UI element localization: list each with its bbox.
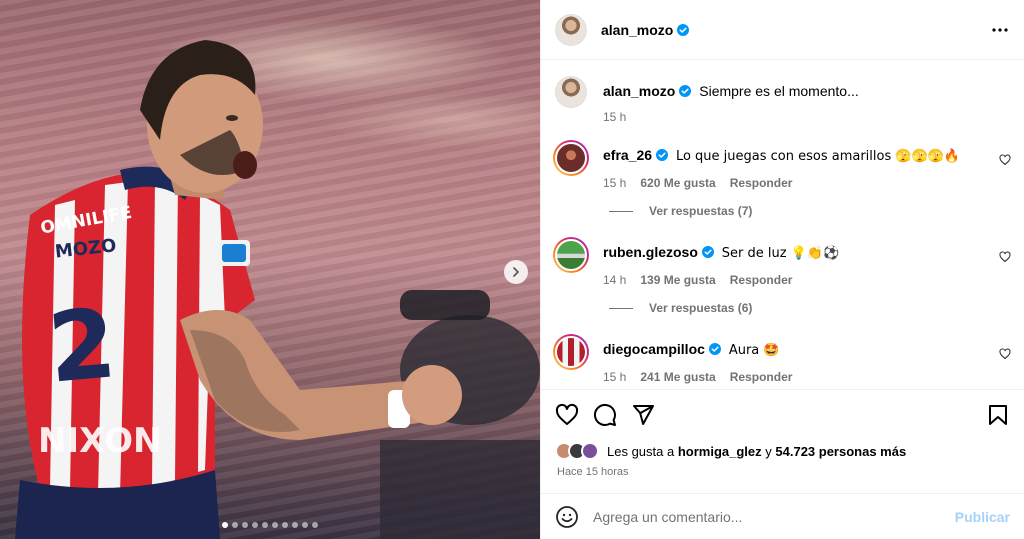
comment-time[interactable]: 15 h [603,176,626,190]
caption-text: Siempre es el momento... [699,83,859,99]
caption-username[interactable]: alan_mozo [603,83,692,99]
comment-item: diegocampilloc Aura 🤩 15 h 241 Me gusta … [553,334,1011,384]
verified-badge-icon [708,343,721,355]
caption: alan_mozo Siempre es el momento... 15 h [555,76,1011,124]
commenter-avatar[interactable] [553,237,589,273]
like-heart-icon[interactable] [555,403,579,427]
verified-badge-icon [677,23,690,36]
carousel-next-button[interactable] [504,260,528,284]
view-replies-button[interactable]: Ver respuestas (7) [609,204,752,218]
more-options-icon[interactable] [990,20,1010,40]
chevron-right-icon [513,267,519,277]
commenter-username[interactable]: ruben.glezoso [603,244,714,260]
like-comment-heart-icon[interactable] [999,154,1011,166]
carousel-dot [302,522,308,528]
post-actions-bar [555,400,1010,430]
comment-text: Aura 🤩 [728,343,780,358]
reply-button[interactable]: Responder [730,273,793,287]
comment-likes[interactable]: 241 Me gusta [640,370,715,384]
carousel-dot [232,522,238,528]
comment-likes[interactable]: 139 Me gusta [640,273,715,287]
carousel-dot [222,522,228,528]
save-bookmark-icon[interactable] [986,403,1010,427]
liker-username[interactable]: hormiga_glez [678,444,762,459]
jersey-front-text: NIXON [38,421,161,461]
comment-text: Ser de luz 💡👏⚽ [721,246,840,261]
likes-count[interactable]: 54.723 personas más [775,444,906,459]
carousel-dot [292,522,298,528]
comment-text: Lo que juegas con esos amarillos 🫣🫣🫣🔥 [675,149,961,164]
emoji-picker-icon[interactable] [555,505,579,529]
comments-list[interactable]: alan_mozo Siempre es el momento... 15 h … [541,60,1024,390]
caption-time[interactable]: 15 h [603,110,626,124]
add-comment-bar: Publicar [541,493,1024,539]
commenter-username[interactable]: diegocampilloc [603,341,721,357]
author-username[interactable]: alan_mozo [601,22,690,38]
commenter-avatar[interactable] [553,140,589,176]
carousel-dot [272,522,278,528]
comment-bubble-icon[interactable] [593,403,617,427]
publish-button[interactable]: Publicar [955,509,1010,525]
post-timestamp[interactable]: Hace 15 horas [557,466,629,478]
liker-avatars [555,442,599,460]
carousel-dot [262,522,268,528]
post-details-panel: alan_mozo alan_mozo Siempre es el moment… [540,0,1024,539]
avatar [581,442,599,460]
likes-prefix: Les gusta a [607,443,675,459]
comment-item: efra_26 Lo que juegas con esos amarillos… [553,140,1011,190]
commenter-avatar[interactable] [553,334,589,370]
carousel-dot [242,522,248,528]
author-avatar[interactable] [555,13,587,46]
comment-time[interactable]: 14 h [603,273,626,287]
comment-item: ruben.glezoso Ser de luz 💡👏⚽ 14 h 139 Me… [553,237,1011,287]
post-media[interactable]: 2 MOZO OMNILIFE NIXON [0,0,540,539]
caption-avatar[interactable] [555,76,587,108]
carousel-dot [252,522,258,528]
carousel-dot [312,522,318,528]
carousel-indicator [0,522,540,528]
likes-summary[interactable]: Les gusta a hormiga_glez y 54.723 person… [555,442,906,460]
verified-badge-icon [679,85,692,97]
verified-badge-icon [701,246,714,258]
player-photo: 2 MOZO OMNILIFE NIXON [15,40,540,539]
carousel-dot [282,522,288,528]
likes-connector: y [765,443,772,459]
like-comment-heart-icon[interactable] [999,348,1011,360]
like-comment-heart-icon[interactable] [999,251,1011,263]
commenter-username[interactable]: efra_26 [603,147,669,163]
post-header: alan_mozo [541,0,1024,60]
reply-button[interactable]: Responder [730,370,793,384]
view-replies-button[interactable]: Ver respuestas (6) [609,301,752,315]
comment-input[interactable] [593,508,955,525]
jersey-number: 2 [44,287,120,404]
reply-button[interactable]: Responder [730,176,793,190]
share-paper-plane-icon[interactable] [631,403,655,427]
comment-likes[interactable]: 620 Me gusta [640,176,715,190]
comment-time[interactable]: 15 h [603,370,626,384]
verified-badge-icon [656,149,669,161]
